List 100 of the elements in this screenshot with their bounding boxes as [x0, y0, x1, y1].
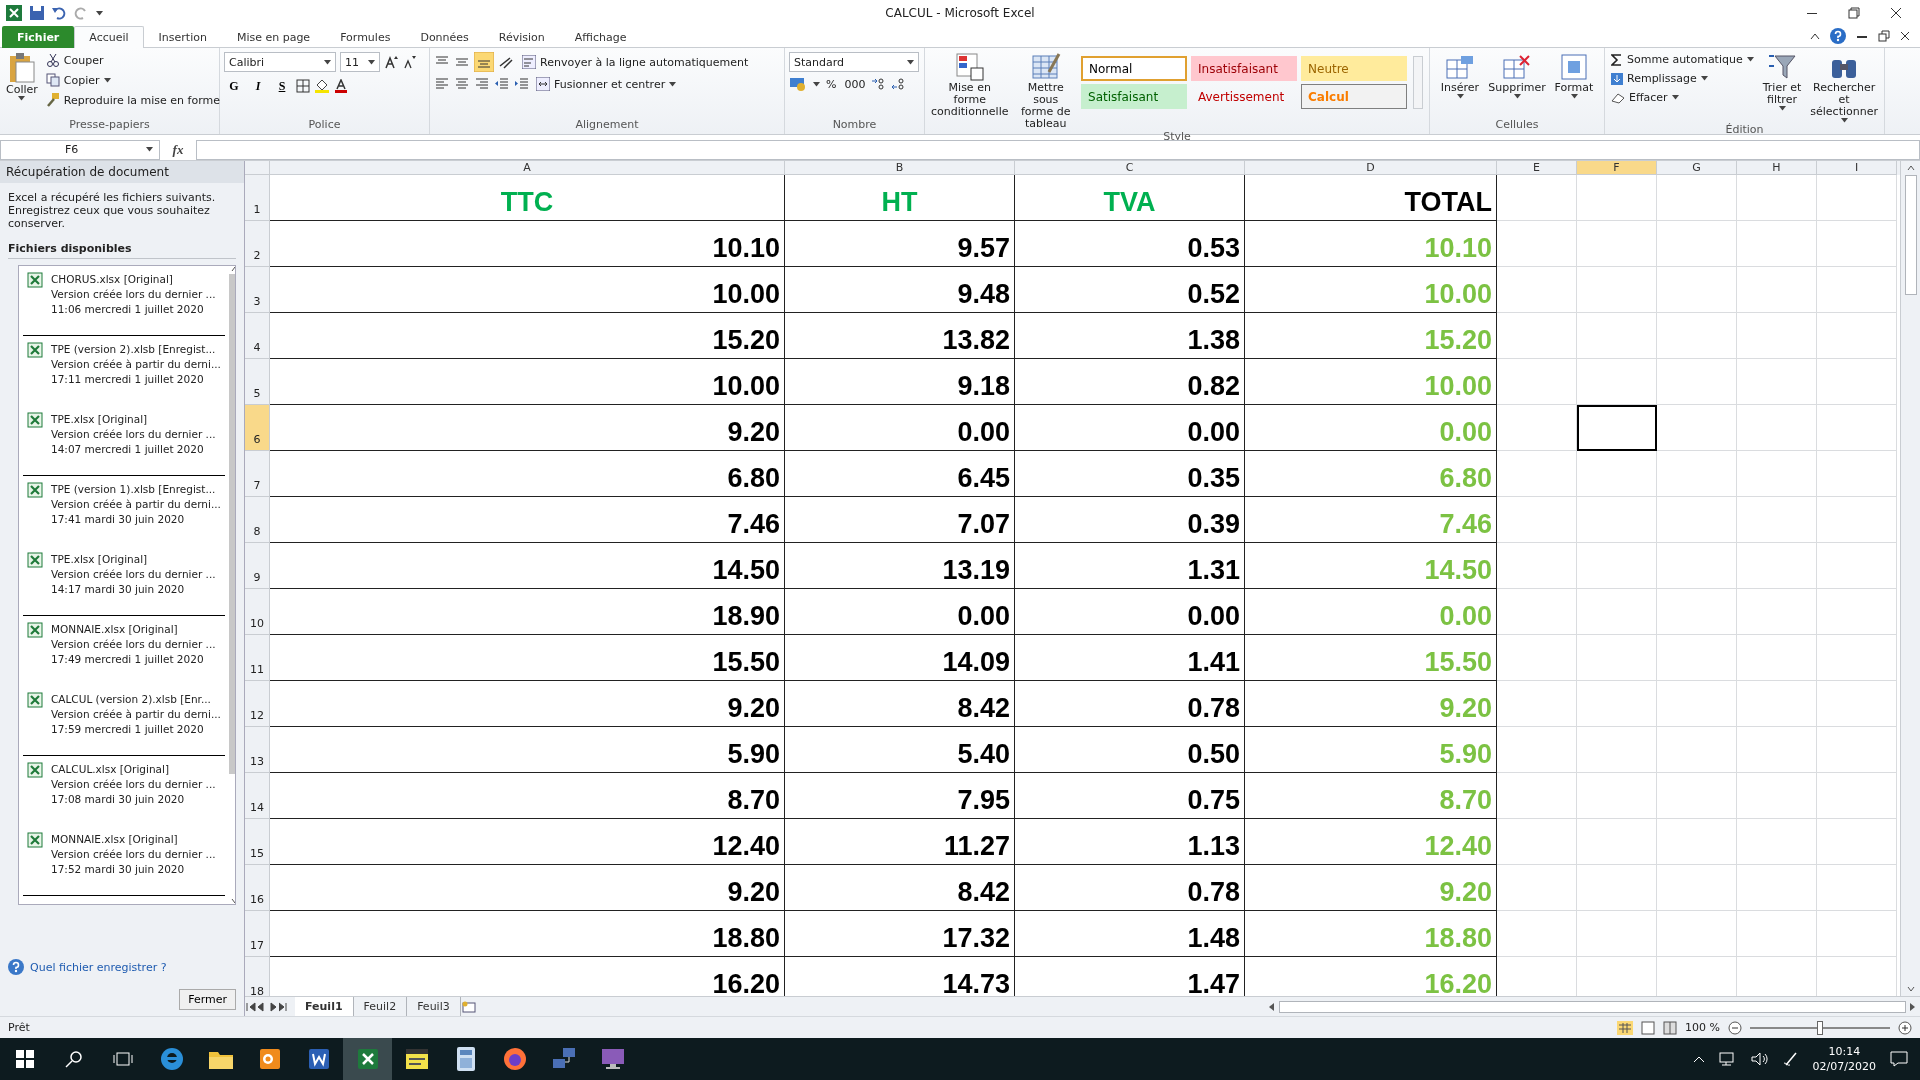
number-cell: 13.19 [785, 543, 1015, 589]
row-header[interactable]: 15 [245, 819, 270, 865]
cell-style-option[interactable]: Satisfaisant [1081, 84, 1187, 109]
column-header[interactable]: H [1737, 161, 1817, 175]
paste-button[interactable]: Coller [4, 52, 40, 118]
row-header[interactable]: 7 [245, 451, 270, 497]
number-cell: 6.45 [785, 451, 1015, 497]
file-name[interactable]: CHORUS.xlsx [Original] [51, 272, 216, 287]
row-header[interactable]: 5 [245, 359, 270, 405]
fill-down-icon [1611, 72, 1623, 85]
file-name[interactable]: TPE.xlsx [Original] [51, 552, 216, 567]
clear-button[interactable]: Effacer [1609, 90, 1756, 105]
file-name[interactable]: TPE.xlsx [Original] [51, 412, 216, 427]
column-header[interactable]: B [785, 161, 1015, 175]
column-header[interactable]: D [1245, 161, 1497, 175]
row-header[interactable]: 11 [245, 635, 270, 681]
sort-filter-button[interactable]: Trier et filtrer [1759, 52, 1805, 123]
file-name[interactable]: TPE (version 2).xlsb [Enregist... [51, 342, 221, 357]
number-cell: 12.40 [1245, 819, 1497, 865]
font-name-field[interactable]: Calibri [224, 52, 336, 72]
row-header[interactable]: 12 [245, 681, 270, 727]
grow-font-icon [384, 55, 398, 69]
ribbon-tab[interactable]: Accueil [74, 26, 144, 48]
zoom-slider-thumb[interactable] [1817, 1020, 1823, 1035]
format-painter-button[interactable]: Reproduire la mise en forme [43, 92, 222, 108]
ribbon-tab[interactable]: Fichier [2, 26, 75, 48]
row-header[interactable]: 6 [245, 405, 270, 451]
row-header[interactable]: 3 [245, 267, 270, 313]
format-cells-icon [1559, 52, 1589, 82]
percent-button[interactable]: % [824, 76, 839, 92]
ribbon-tab[interactable]: Données [405, 26, 484, 48]
file-name[interactable]: MONNAIE.xlsx [Original] [51, 832, 216, 847]
row-header[interactable]: 1 [245, 175, 270, 221]
file-name[interactable]: MONNAIE.xlsx [Original] [51, 622, 216, 637]
number-cell: 9.20 [270, 681, 785, 727]
row-header[interactable]: 4 [245, 313, 270, 359]
file-name[interactable]: CALCUL (version 2).xlsb [Enr... [51, 692, 221, 707]
scrollbar-thumb[interactable] [1279, 1000, 1906, 1013]
thousands-button[interactable]: 000 [842, 76, 868, 92]
taskbar-app[interactable] [343, 1038, 392, 1080]
cells-button[interactable]: Insérer [1434, 52, 1486, 118]
fill-button[interactable]: Remplissage [1609, 71, 1756, 86]
row-header[interactable]: 14 [245, 773, 270, 819]
cell-style-option[interactable]: Normal [1081, 56, 1187, 81]
sheet-tab[interactable]: Feuil1 [295, 996, 354, 1017]
bold-button[interactable]: G [224, 76, 244, 96]
conditional-formatting-button[interactable]: Mise en forme conditionnelle [929, 52, 1011, 130]
row-header[interactable]: 13 [245, 727, 270, 773]
zoom-level[interactable]: 100 % [1685, 1021, 1720, 1034]
cells-button[interactable]: Format [1548, 52, 1600, 118]
ribbon-tab[interactable]: Révision [483, 26, 560, 48]
copy-button[interactable]: Copier [43, 72, 222, 88]
row-header[interactable]: 16 [245, 865, 270, 911]
number-cell: 0.35 [1015, 451, 1245, 497]
row-header[interactable]: 17 [245, 911, 270, 957]
cell-style-option[interactable]: Neutre [1301, 56, 1407, 81]
font-size-field[interactable]: 11 [340, 52, 380, 72]
file-name[interactable]: TPE (version 1).xlsb [Enregist... [51, 482, 221, 497]
name-box[interactable]: F6 [0, 139, 160, 160]
column-header[interactable]: E [1497, 161, 1577, 175]
gallery-scrollbar[interactable] [1413, 56, 1423, 109]
cell-style-option[interactable]: Avertissement [1191, 84, 1297, 109]
row-header[interactable]: 8 [245, 497, 270, 543]
ribbon-tab[interactable]: Formules [325, 26, 406, 48]
italic-button[interactable]: I [248, 76, 268, 96]
number-format-field[interactable]: Standard [789, 52, 919, 72]
clock-date[interactable]: 02/07/2020 [1812, 1059, 1876, 1074]
cell-style-option[interactable]: Insatisfaisant [1191, 56, 1297, 81]
row-header[interactable]: 18 [245, 957, 270, 996]
file-name[interactable]: CALCUL.xlsx [Original] [51, 762, 216, 777]
column-header[interactable]: A [270, 161, 785, 175]
underline-button[interactable]: S [272, 76, 292, 96]
autosum-button[interactable]: Somme automatique [1609, 52, 1756, 67]
merge-center-button[interactable]: Fusionner et centrer [534, 76, 679, 92]
clock-time[interactable]: 10:14 [1828, 1044, 1861, 1059]
wrap-text-button[interactable]: Renvoyer à la ligne automatiquement [520, 54, 751, 70]
row-header[interactable]: 10 [245, 589, 270, 635]
close-button[interactable]: Fermer [179, 989, 236, 1010]
zoom-out-icon [1728, 1020, 1742, 1035]
selected-cell[interactable] [1577, 405, 1657, 451]
column-header[interactable]: F [1577, 161, 1657, 175]
recovery-message: Excel a récupéré les fichiers suivants. Enregistrez ceux que vous souhaitez conserver. [7, 190, 217, 230]
row-header[interactable]: 2 [245, 221, 270, 267]
ribbon-tab[interactable]: Insertion [143, 26, 222, 48]
cells-button[interactable]: Supprimer [1490, 52, 1544, 118]
help-link[interactable]: Quel fichier enregistrer ? [8, 959, 236, 975]
column-header[interactable]: C [1015, 161, 1245, 175]
scrollbar-thumb[interactable] [1904, 175, 1917, 295]
row-header[interactable]: 9 [245, 543, 270, 589]
ribbon-tab[interactable]: Affichage [559, 26, 642, 48]
insert-function-button[interactable]: fx [166, 141, 190, 158]
number-cell: 0.78 [1015, 681, 1245, 727]
column-header[interactable]: G [1657, 161, 1737, 175]
formula-input[interactable] [196, 139, 1920, 160]
format-as-table-button[interactable]: Mettre sous forme de tableau [1014, 52, 1077, 130]
column-header[interactable]: I [1817, 161, 1897, 175]
status-text: Prêt [8, 1021, 30, 1034]
ribbon-tab[interactable]: Mise en page [221, 26, 326, 48]
find-select-button[interactable]: Rechercher et sélectionner [1808, 52, 1880, 123]
cut-button[interactable]: Couper [43, 52, 222, 68]
